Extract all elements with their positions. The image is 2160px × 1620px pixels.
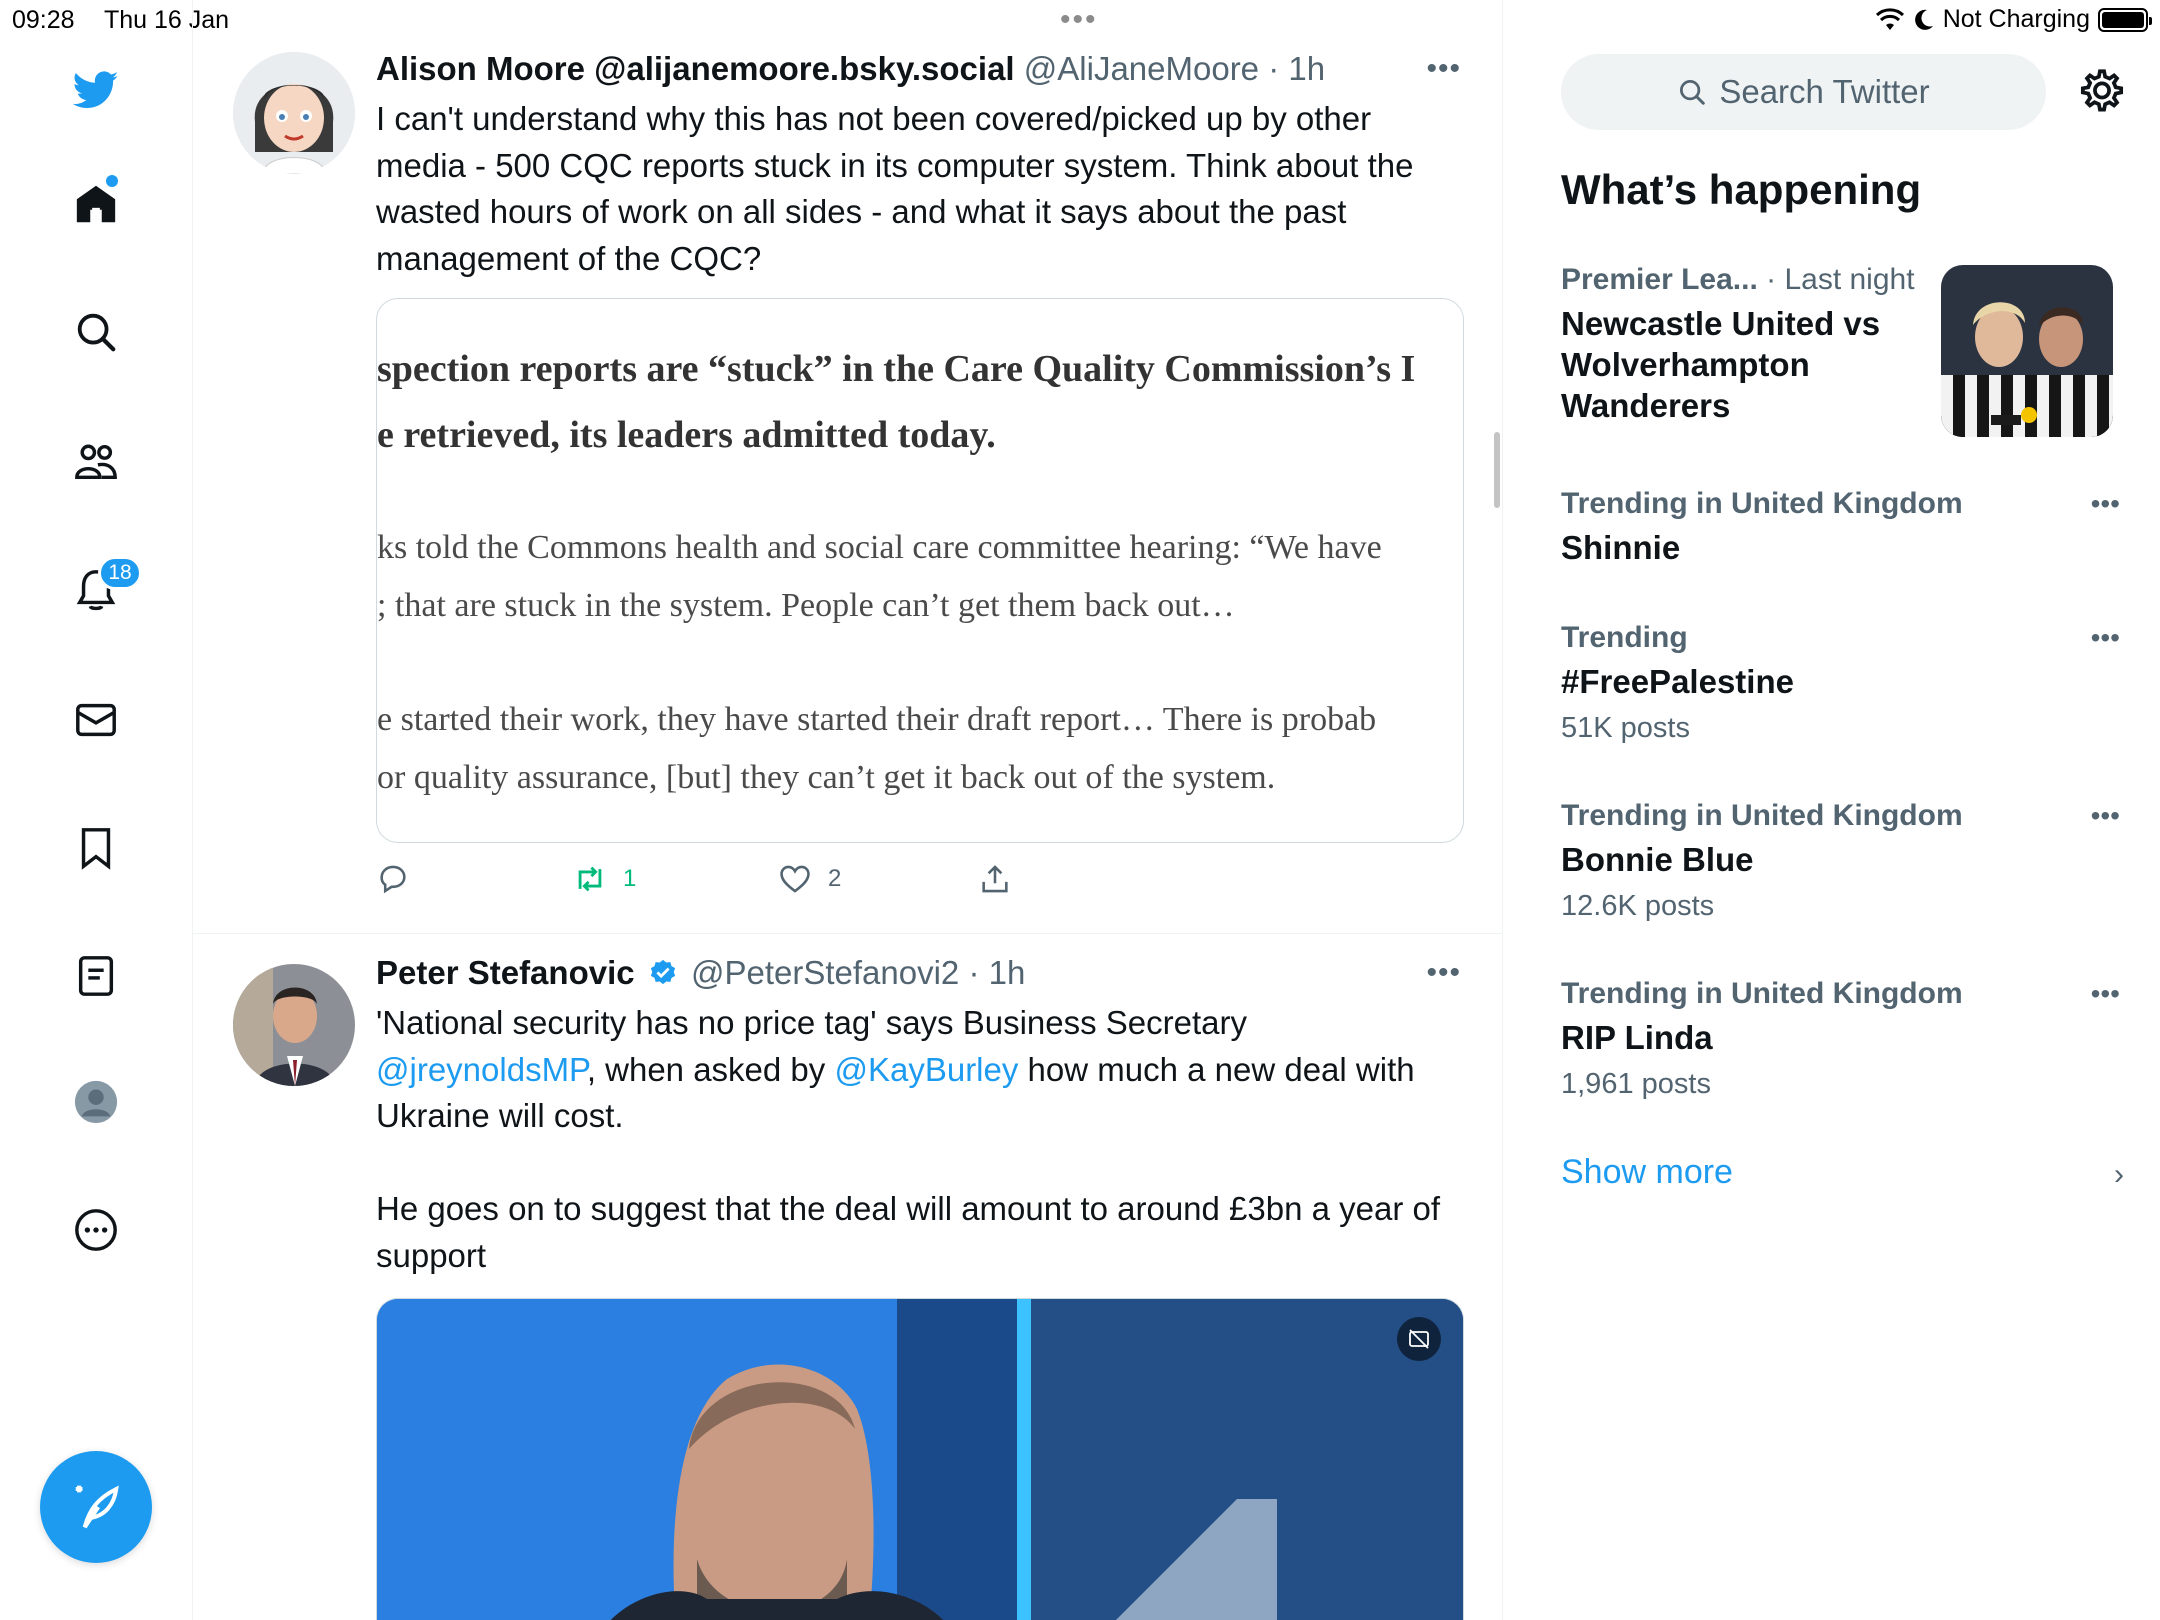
tweet-text: I can't understand why this has not been…: [376, 100, 1414, 277]
search-field[interactable]: Search Twitter: [1561, 54, 2046, 130]
quote-line: e started their work, they have started …: [377, 701, 1377, 738]
trend-category: Trending in United Kingdom: [1561, 799, 1963, 832]
search-icon[interactable]: [70, 306, 122, 358]
trend-thumbnail[interactable]: [1941, 265, 2113, 437]
tweet-time[interactable]: · 1h: [968, 954, 1025, 991]
profile-photo-icon: [233, 964, 355, 1086]
trend-meta: · Last night: [1766, 263, 1915, 296]
like-button[interactable]: 2: [778, 862, 978, 896]
trend-item[interactable]: Trending in United Kingdom Bonnie Blue 1…: [1561, 799, 2121, 923]
share-button[interactable]: [978, 862, 1012, 896]
compose-feather-icon: [75, 1485, 119, 1529]
twitter-logo-icon[interactable]: [70, 64, 122, 116]
lists-icon[interactable]: [70, 950, 122, 1002]
trend-title: RIP Linda: [1561, 1019, 1713, 1056]
share-icon: [982, 865, 1008, 893]
author-name[interactable]: Alison Moore @alijanemoore.bsky.social: [376, 50, 1015, 87]
verified-badge-icon: [650, 959, 675, 985]
tweet-text-part: 'National security has no price tag' say…: [376, 1004, 1248, 1041]
mention-link[interactable]: @KayBurley: [834, 1051, 1018, 1088]
more-icon[interactable]: [70, 1204, 122, 1256]
reply-button[interactable]: [376, 862, 573, 896]
tweet-image-quote[interactable]: spection reports are “stuck” in the Care…: [376, 298, 1464, 843]
tweet-video[interactable]: [376, 1298, 1464, 1620]
avatar[interactable]: [233, 52, 355, 174]
tweet-alison-moore[interactable]: Alison Moore @alijanemoore.bsky.social @…: [193, 0, 1502, 934]
trend-title: Shinnie: [1561, 529, 1681, 566]
tweet-text-part: , when asked by: [586, 1050, 835, 1088]
author-handle[interactable]: @PeterStefanovi2: [691, 954, 959, 991]
left-navigation: 18: [0, 0, 193, 1620]
quote-line: e retrieved, its leaders admitted today.: [377, 414, 996, 456]
trend-title: Newcastle United vs Wolverhampton Wander…: [1561, 305, 1881, 424]
captions-icon: [1409, 1329, 1429, 1349]
heart-icon: [780, 865, 810, 893]
settings-gear-icon[interactable]: [2077, 65, 2127, 115]
media-settings-button[interactable]: [1397, 1317, 1441, 1361]
video-thumbnail-icon: [377, 1299, 1463, 1620]
show-more-link[interactable]: Show more: [1561, 1153, 1733, 1192]
home-unread-dot: [106, 175, 118, 187]
scrollbar-thumb[interactable]: [1494, 432, 1500, 508]
messages-icon[interactable]: [70, 694, 122, 746]
communities-icon[interactable]: [70, 436, 122, 488]
cartoon-avatar-icon: [233, 52, 355, 174]
football-players-photo-icon: [1941, 265, 2113, 437]
tweet-time[interactable]: · 1h: [1268, 50, 1325, 87]
quote-line: ; that are stuck in the system. People c…: [377, 587, 1235, 624]
quote-line: or quality assurance, [but] they can’t g…: [377, 759, 1276, 796]
trend-item[interactable]: Trending in United Kingdom Shinnie: [1561, 487, 2121, 568]
trend-post-count: 1,961 posts: [1561, 1068, 1711, 1100]
search-icon: [1680, 80, 1706, 105]
author-handle[interactable]: @AliJaneMoore: [1024, 50, 1259, 87]
trend-title: Bonnie Blue: [1561, 841, 1754, 878]
quote-line: ks told the Commons health and social ca…: [377, 529, 1382, 566]
reply-icon: [380, 865, 406, 894]
retweet-icon: [578, 866, 602, 892]
trend-item[interactable]: Trending in United Kingdom RIP Linda 1,9…: [1561, 977, 2121, 1101]
avatar[interactable]: [233, 964, 355, 1086]
tweet-text-paragraph: He goes on to suggest that the deal will…: [376, 1190, 1441, 1274]
trend-post-count: 51K posts: [1561, 712, 1690, 744]
tweet-actions: 1 2: [376, 862, 1012, 896]
search-placeholder: Search Twitter: [1719, 73, 1930, 110]
notifications-badge: 18: [98, 556, 142, 590]
retweet-count: 1: [623, 865, 637, 892]
trend-more-options-icon[interactable]: •••: [2091, 622, 2120, 654]
compose-tweet-button[interactable]: [40, 1451, 152, 1563]
trend-more-options-icon[interactable]: •••: [2091, 978, 2120, 1010]
bookmarks-icon[interactable]: [70, 822, 122, 874]
tweet-header: Peter Stefanovic @PeterStefanovi2 · 1h: [376, 954, 1025, 992]
tweet-text: 'National security has no price tag' say…: [376, 1000, 1466, 1140]
right-sidebar: Search Twitter What’s happening Premier …: [1504, 0, 2160, 1620]
tweet-more-options-icon[interactable]: •••: [1426, 52, 1461, 86]
trend-post-count: 12.6K posts: [1561, 890, 1715, 922]
trend-category: Trending in United Kingdom: [1561, 977, 1963, 1010]
trend-category: Trending in United Kingdom: [1561, 487, 1963, 520]
mention-link[interactable]: @jreynoldsMP: [376, 1051, 587, 1088]
retweet-button[interactable]: 1: [573, 862, 778, 896]
trend-more-options-icon[interactable]: •••: [2091, 800, 2120, 832]
tweet-peter-stefanovic[interactable]: Peter Stefanovic @PeterStefanovi2 · 1h •…: [193, 934, 1502, 1620]
like-count: 2: [828, 865, 842, 892]
trend-category: Trending: [1561, 621, 1688, 654]
profile-icon[interactable]: [70, 1076, 122, 1128]
trend-category: Premier Lea...: [1561, 263, 1758, 296]
author-name[interactable]: Peter Stefanovic: [376, 954, 635, 991]
tweet-more-options-icon[interactable]: •••: [1426, 956, 1461, 990]
whats-happening-heading: What’s happening: [1561, 166, 1922, 213]
trend-title: #FreePalestine: [1561, 663, 1794, 700]
timeline[interactable]: Alison Moore @alijanemoore.bsky.social @…: [193, 0, 1503, 1620]
quote-line: spection reports are “stuck” in the Care…: [377, 348, 1416, 390]
tweet-header: Alison Moore @alijanemoore.bsky.social @…: [376, 50, 1325, 88]
trend-more-options-icon[interactable]: •••: [2091, 488, 2120, 520]
trend-item[interactable]: Trending #FreePalestine 51K posts: [1561, 621, 2121, 745]
chevron-right-icon: ›: [2114, 1158, 2124, 1191]
